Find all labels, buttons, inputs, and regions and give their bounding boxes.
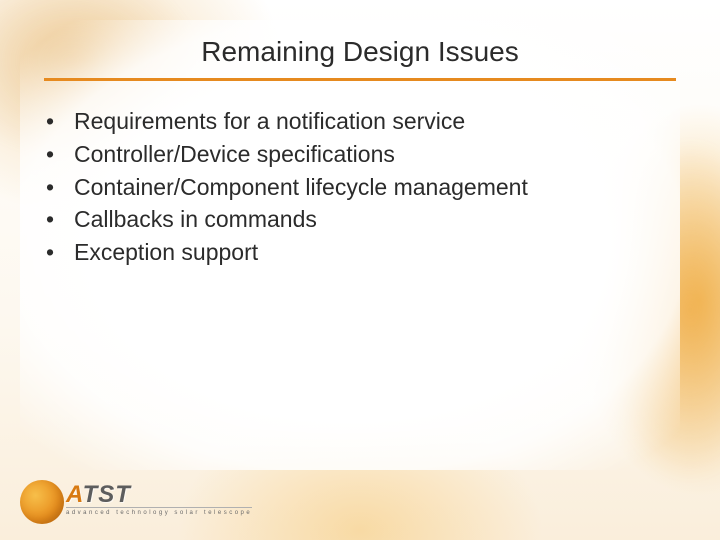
bullet-dot: • xyxy=(46,107,74,136)
bullet-text: Callbacks in commands xyxy=(74,205,317,234)
bullet-dot: • xyxy=(46,205,74,234)
logo-subtitle: advanced technology solar telescope xyxy=(66,507,252,516)
bullet-text: Exception support xyxy=(74,238,258,267)
list-item: •Controller/Device specifications xyxy=(46,140,680,169)
bullet-dot: • xyxy=(46,173,74,202)
logo-acronym: ATST xyxy=(66,484,252,506)
atst-logo: ATST advanced technology solar telescope xyxy=(20,474,252,526)
bullet-text: Controller/Device specifications xyxy=(74,140,395,169)
title-divider xyxy=(44,78,676,81)
list-item: •Requirements for a notification service xyxy=(46,107,680,136)
bullet-text: Container/Component lifecycle management xyxy=(74,173,528,202)
list-item: •Container/Component lifecycle managemen… xyxy=(46,173,680,202)
slide-content: Remaining Design Issues •Requirements fo… xyxy=(0,0,720,540)
list-item: •Exception support xyxy=(46,238,680,267)
logo-sun-icon xyxy=(20,474,72,526)
bullet-text: Requirements for a notification service xyxy=(74,107,465,136)
slide-title: Remaining Design Issues xyxy=(40,36,680,68)
bullet-dot: • xyxy=(46,238,74,267)
list-item: •Callbacks in commands xyxy=(46,205,680,234)
logo-text: ATST advanced technology solar telescope xyxy=(66,484,252,517)
bullet-dot: • xyxy=(46,140,74,169)
bullet-list: •Requirements for a notification service… xyxy=(40,107,680,267)
